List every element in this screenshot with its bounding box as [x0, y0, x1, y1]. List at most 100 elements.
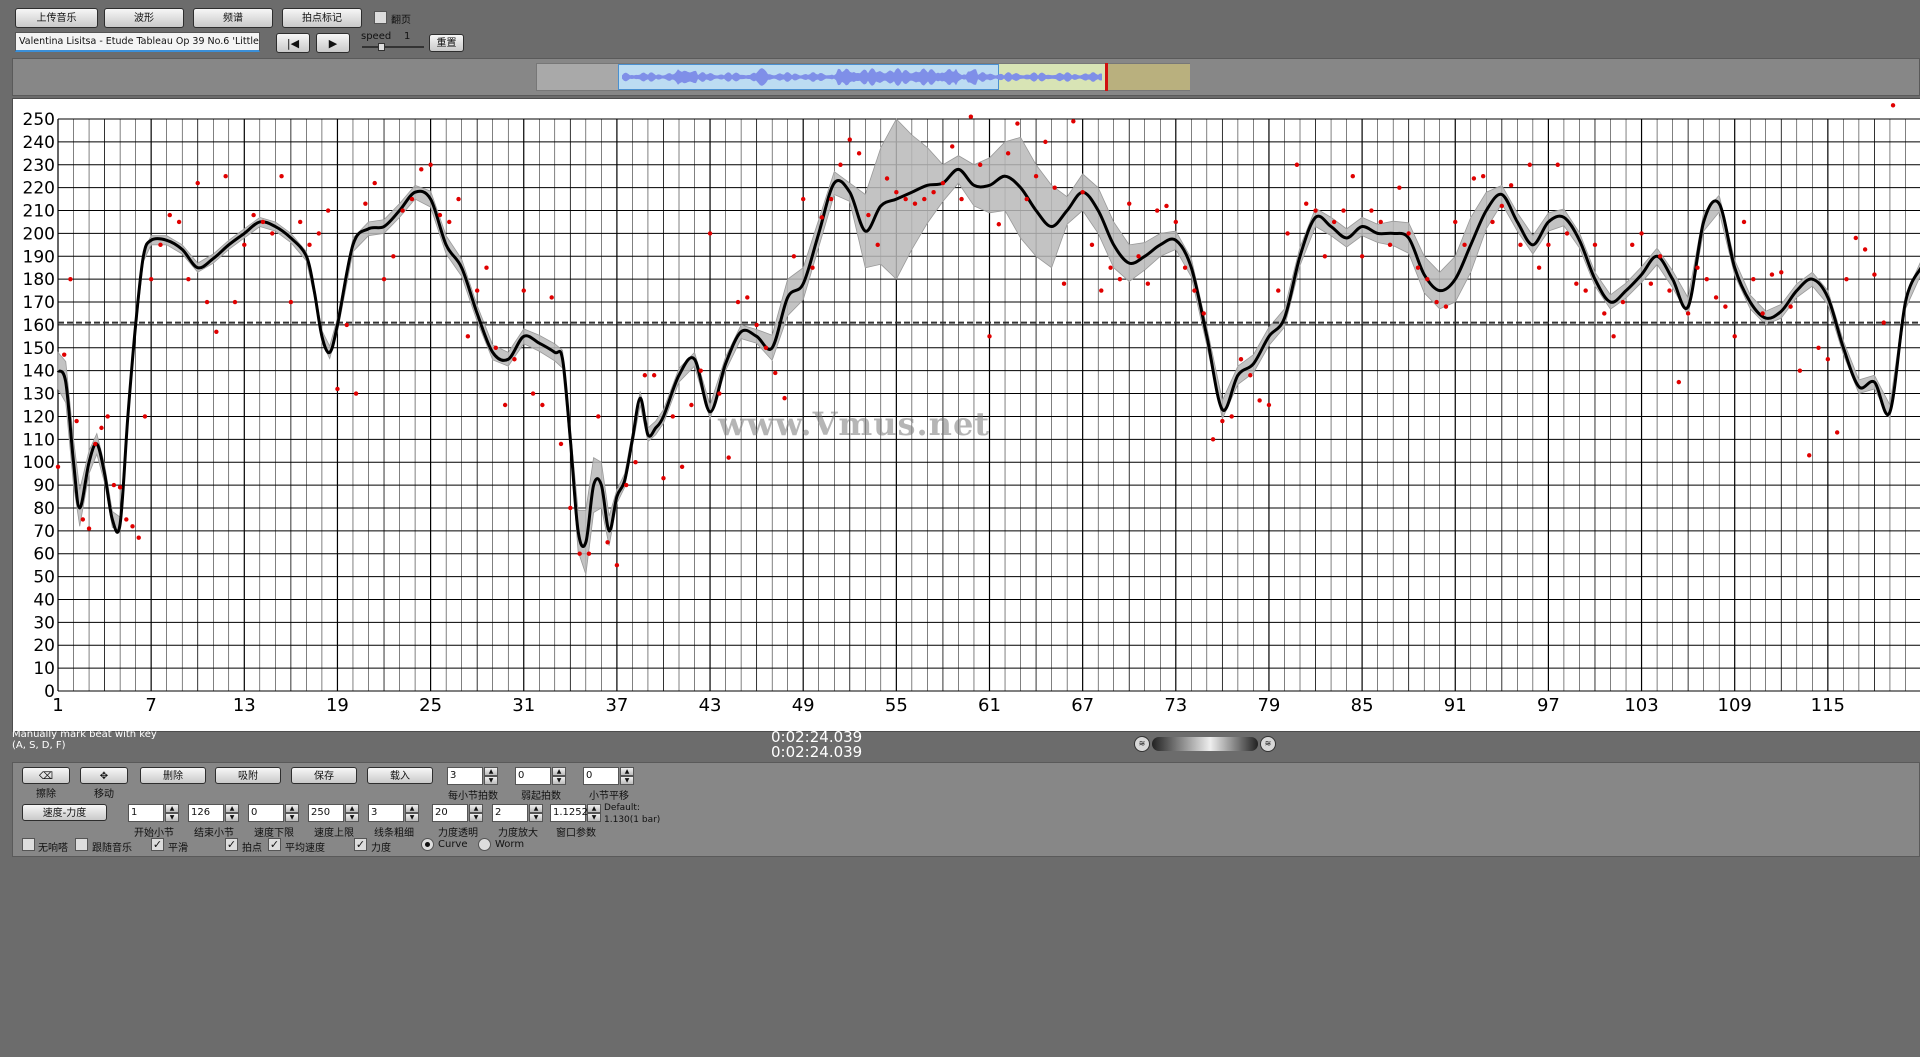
upload-music-button[interactable]: 上传音乐: [15, 8, 98, 28]
beat-point: [1285, 231, 1290, 236]
increment-icon[interactable]: ▲: [345, 804, 359, 813]
increment-icon[interactable]: ▲: [620, 767, 634, 776]
beat-point: [1415, 265, 1421, 270]
start-bar-stepper[interactable]: 1 ▲ ▼ 开始小节: [128, 804, 180, 839]
dynamics-scale-stepper[interactable]: 2 ▲ ▼ 力度放大: [492, 804, 544, 839]
decrement-icon[interactable]: ▼: [285, 813, 299, 822]
beat-point: [1592, 242, 1598, 248]
x-tick-label: 91: [1444, 695, 1467, 716]
beat-point: [707, 231, 713, 236]
pickup-beats-value[interactable]: 0: [515, 767, 551, 785]
curve-radio[interactable]: [421, 838, 434, 851]
beat-point: [996, 222, 1002, 227]
x-tick-label: 19: [326, 695, 349, 716]
track-title-field[interactable]: Valentina Lisitsa - Etude Tableau Op 39 …: [15, 32, 260, 52]
speed-slider-thumb[interactable]: [378, 43, 385, 51]
smooth-checkbox[interactable]: ✓: [151, 838, 164, 851]
spectrum-button[interactable]: 频谱: [193, 8, 273, 28]
erase-button[interactable]: ⌫: [22, 767, 70, 784]
increment-icon[interactable]: ▲: [165, 804, 179, 813]
window-param-value[interactable]: 1.1252: [550, 804, 588, 822]
no-metronome-checkbox[interactable]: [22, 838, 35, 851]
decrement-icon[interactable]: ▼: [469, 813, 483, 822]
increment-icon[interactable]: ▲: [484, 767, 498, 776]
save-button[interactable]: 保存: [291, 767, 357, 784]
delete-button[interactable]: 删除: [140, 767, 206, 784]
decrement-icon[interactable]: ▼: [405, 813, 419, 822]
overview-track[interactable]: [536, 63, 1190, 91]
line-thickness-stepper[interactable]: 3 ▲ ▼ 线条粗细: [368, 804, 420, 839]
beat-point: [251, 212, 256, 218]
move-button[interactable]: ✥: [80, 767, 128, 784]
decrement-icon[interactable]: ▼: [587, 813, 601, 822]
playhead-marker[interactable]: [1105, 63, 1108, 91]
decrement-icon[interactable]: ▼: [345, 813, 359, 822]
beat-point: [204, 299, 210, 305]
worm-radio[interactable]: [478, 838, 491, 851]
beat-point: [512, 357, 517, 362]
skip-to-start-button[interactable]: |◀: [276, 33, 310, 53]
beat-mark-button[interactable]: 拍点标记: [282, 8, 362, 28]
beat-point: [670, 414, 675, 419]
beat-point: [158, 242, 163, 248]
dynamics-checkbox[interactable]: ✓: [354, 838, 367, 851]
beat-point: [1490, 219, 1495, 225]
dynamics-scale-value[interactable]: 2: [492, 804, 528, 822]
increment-icon[interactable]: ▲: [405, 804, 419, 813]
beat-points-checkbox[interactable]: ✓: [225, 838, 238, 851]
snap-button[interactable]: 吸附: [215, 767, 281, 784]
tempo-max-value[interactable]: 250: [308, 804, 344, 822]
dynamics-alpha-value[interactable]: 20: [432, 804, 468, 822]
beat-point: [1676, 379, 1682, 385]
volume-slider[interactable]: [1152, 737, 1258, 751]
beat-point: [950, 144, 955, 149]
beat-point: [1583, 288, 1588, 293]
worm-label: Worm: [495, 839, 525, 850]
volume-control[interactable]: ≋ ≋: [1134, 735, 1279, 753]
increment-icon[interactable]: ▲: [552, 767, 566, 776]
decrement-icon[interactable]: ▼: [620, 776, 634, 785]
line-thickness-value[interactable]: 3: [368, 804, 404, 822]
start-bar-value[interactable]: 1: [128, 804, 164, 822]
beats-per-bar-value[interactable]: 3: [447, 767, 483, 785]
tempo-min-stepper[interactable]: 0 ▲ ▼ 速度下限: [248, 804, 300, 839]
increment-icon[interactable]: ▲: [529, 804, 543, 813]
increment-icon[interactable]: ▲: [285, 804, 299, 813]
window-param-stepper[interactable]: 1.1252 ▲ ▼ 窗口参数: [550, 804, 602, 839]
decrement-icon[interactable]: ▼: [552, 776, 566, 785]
end-bar-value[interactable]: 126: [188, 804, 224, 822]
decrement-icon[interactable]: ▼: [165, 813, 179, 822]
decrement-icon[interactable]: ▼: [484, 776, 498, 785]
dynamics-alpha-stepper[interactable]: 20 ▲ ▼ 力度透明: [432, 804, 484, 839]
beat-point: [726, 455, 731, 460]
increment-icon[interactable]: ▲: [587, 804, 601, 813]
beat-point: [130, 524, 135, 529]
beats-per-bar-stepper[interactable]: 3 ▲ ▼ 每小节拍数: [447, 767, 499, 802]
pickup-beats-stepper[interactable]: 0 ▲ ▼ 弱起拍数: [515, 767, 567, 802]
decrement-icon[interactable]: ▼: [529, 813, 543, 822]
beat-point: [1518, 242, 1523, 248]
average-tempo-checkbox[interactable]: ✓: [268, 838, 281, 851]
bar-offset-value[interactable]: 0: [583, 767, 619, 785]
decrement-icon[interactable]: ▼: [225, 813, 239, 822]
increment-icon[interactable]: ▲: [469, 804, 483, 813]
load-button[interactable]: 载入: [367, 767, 433, 784]
follow-music-checkbox[interactable]: [75, 838, 88, 851]
tempo-dynamics-button[interactable]: 速度-力度: [22, 804, 107, 821]
bar-offset-stepper[interactable]: 0 ▲ ▼ 小节平移: [583, 767, 635, 802]
increment-icon[interactable]: ▲: [225, 804, 239, 813]
tempo-max-stepper[interactable]: 250 ▲ ▼ 速度上限: [308, 804, 360, 839]
beat-point: [1630, 242, 1635, 248]
tempo-min-value[interactable]: 0: [248, 804, 284, 822]
beat-point: [866, 212, 871, 218]
page-flip-checkbox[interactable]: [374, 11, 387, 24]
play-button[interactable]: ▶: [316, 33, 350, 53]
y-tick-label: 110: [23, 430, 55, 450]
tempo-chart[interactable]: 0 10 20 30 40 50 60 70 80 90 100 110 120 130 140 150 160…: [12, 98, 1920, 732]
reset-speed-button[interactable]: 重置: [429, 34, 464, 52]
speed-slider[interactable]: [362, 43, 424, 51]
beat-point: [176, 219, 182, 225]
waveform-button[interactable]: 波形: [104, 8, 184, 28]
beat-point: [596, 414, 601, 419]
end-bar-stepper[interactable]: 126 ▲ ▼ 结束小节: [188, 804, 240, 839]
